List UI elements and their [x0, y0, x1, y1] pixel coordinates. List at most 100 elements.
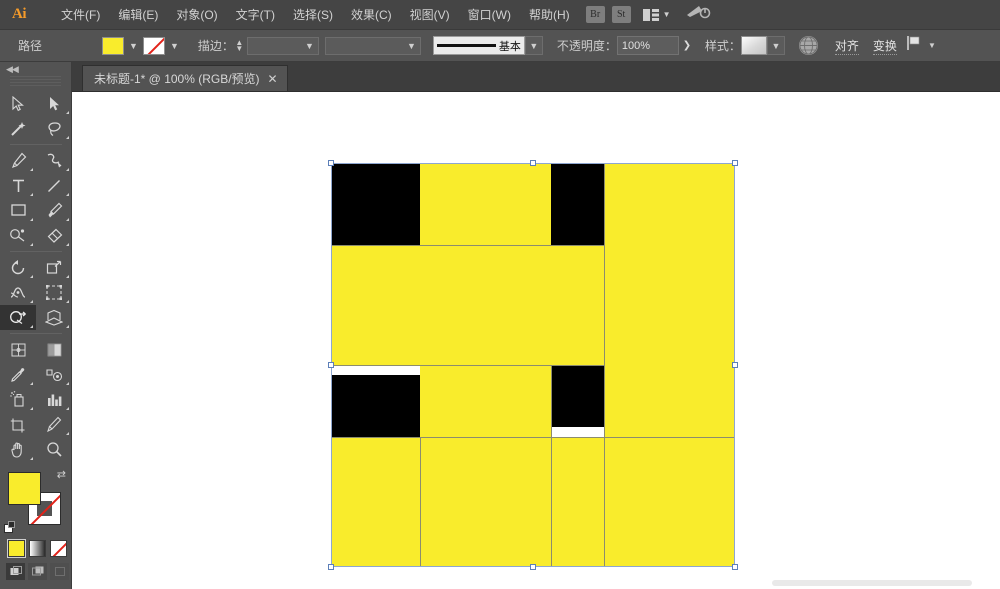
stroke-color-swatch[interactable] [142, 36, 165, 55]
yellow-band-middle[interactable] [331, 245, 604, 365]
shaper-tool[interactable] [0, 223, 36, 248]
fill-color-swatch[interactable] [102, 36, 125, 55]
isolate-selected-object-icon[interactable] [906, 35, 923, 56]
magic-wand-tool[interactable] [0, 116, 36, 141]
fill-dropdown-chevron-icon[interactable]: ▼ [124, 41, 143, 51]
menu-help[interactable]: 帮助(H) [520, 0, 579, 30]
artboard-tool[interactable] [0, 412, 36, 437]
type-tool[interactable] [0, 173, 36, 198]
black-block-low-right[interactable] [551, 365, 604, 427]
menu-effect[interactable]: 效果(C) [342, 0, 401, 30]
swap-fill-stroke-icon[interactable]: ⇄ [57, 468, 66, 481]
horizontal-scrollbar[interactable] [772, 580, 972, 586]
black-block-top-left[interactable] [331, 163, 420, 245]
gradient-tool[interactable] [36, 337, 72, 362]
transform-button[interactable]: 变换 [872, 37, 897, 55]
stroke-dropdown-chevron-icon[interactable]: ▼ [165, 41, 184, 51]
stroke-weight-stepper[interactable]: ▲ ▼ [234, 38, 245, 52]
stroke-profile-chevron[interactable]: ▼ [524, 36, 543, 55]
fill-proxy-swatch[interactable] [8, 472, 41, 505]
color-mode-button[interactable] [7, 539, 26, 558]
yellow-block-bottom-mid[interactable] [420, 437, 551, 567]
hand-tool[interactable] [0, 437, 36, 462]
menu-object[interactable]: 对象(O) [167, 0, 226, 30]
bridge-icon[interactable]: Br [585, 6, 605, 23]
handle-middle-left[interactable] [328, 362, 334, 368]
tool-flyout-indicator-icon [30, 300, 33, 303]
menu-type[interactable]: 文字(T) [227, 0, 284, 30]
align-button[interactable]: 对齐 [834, 37, 859, 55]
document-tab[interactable]: 未标题-1* @ 100% (RGB/预览) ✕ [82, 65, 288, 91]
blend-tool[interactable] [36, 362, 72, 387]
yellow-block-bottom-right[interactable] [551, 437, 735, 567]
free-transform-tool[interactable] [36, 280, 72, 305]
tool-flyout-indicator-icon [66, 111, 69, 114]
selected-artwork-group[interactable] [331, 163, 735, 567]
opacity-label: 不透明度： [556, 39, 617, 53]
curvature-tool[interactable] [36, 148, 72, 173]
column-graph-tool[interactable] [36, 387, 72, 412]
black-block-low-left[interactable] [331, 375, 420, 437]
menu-view[interactable]: 视图(V) [401, 0, 459, 30]
arrange-documents-icon[interactable]: ▼ [642, 8, 671, 21]
menu-file[interactable]: 文件(F) [52, 0, 109, 30]
shape-builder-tool[interactable] [0, 305, 36, 330]
direct-selection-tool[interactable] [36, 91, 72, 116]
document-canvas[interactable] [72, 92, 1000, 589]
handle-top-right[interactable] [732, 160, 738, 166]
none-mode-button[interactable] [50, 540, 67, 557]
color-mode-row [0, 538, 71, 558]
perspective-grid-tool[interactable] [36, 305, 72, 330]
opacity-options-chevron-icon[interactable]: ❯ [679, 36, 695, 55]
mesh-tool[interactable] [0, 337, 36, 362]
scale-tool[interactable] [36, 255, 72, 280]
tool-flyout-indicator-icon [66, 193, 69, 196]
stroke-weight-input[interactable]: ▼ [246, 36, 319, 55]
eyedropper-tool[interactable] [0, 362, 36, 387]
divider-v-left [420, 437, 421, 567]
eraser-tool[interactable] [36, 223, 72, 248]
close-icon[interactable]: ✕ [268, 72, 278, 86]
handle-middle-right[interactable] [732, 362, 738, 368]
menu-window[interactable]: 窗口(W) [459, 0, 520, 30]
collapse-panel-icon[interactable]: ◀◀ [0, 62, 71, 76]
width-tool[interactable] [0, 280, 36, 305]
handle-bottom-center[interactable] [530, 564, 536, 570]
stock-icon[interactable]: St [611, 6, 631, 23]
yellow-column-right-top[interactable] [604, 163, 735, 437]
black-block-top-right[interactable] [551, 163, 604, 245]
symbol-sprayer-tool[interactable] [0, 387, 36, 412]
yellow-block-bottom-left[interactable] [331, 437, 420, 567]
handle-top-center[interactable] [530, 160, 536, 166]
isolate-chevron-down-icon[interactable]: ▼ [928, 41, 936, 50]
panel-gripper[interactable] [10, 76, 61, 88]
handle-top-left[interactable] [328, 160, 334, 166]
menu-select[interactable]: 选择(S) [284, 0, 342, 30]
search-adobe-stock-icon[interactable] [685, 3, 711, 26]
handle-bottom-left[interactable] [328, 564, 334, 570]
yellow-block-top-mid[interactable] [420, 163, 551, 245]
graphic-style-chevron[interactable]: ▼ [766, 36, 785, 55]
line-segment-tool[interactable] [36, 173, 72, 198]
drawing-mode-behind[interactable] [28, 563, 47, 580]
pen-tool[interactable] [0, 148, 36, 173]
lasso-tool[interactable] [36, 116, 72, 141]
menu-edit[interactable]: 编辑(E) [109, 0, 167, 30]
recolor-artwork-icon[interactable] [798, 36, 818, 55]
rotate-tool[interactable] [0, 255, 36, 280]
gradient-mode-button[interactable] [29, 540, 46, 557]
zoom-tool[interactable] [36, 437, 72, 462]
slice-tool[interactable] [36, 412, 72, 437]
drawing-mode-normal[interactable] [6, 563, 25, 580]
selection-tool[interactable] [0, 91, 36, 116]
handle-bottom-right[interactable] [732, 564, 738, 570]
paintbrush-tool[interactable] [36, 198, 72, 223]
stroke-style-input[interactable]: ▼ [324, 36, 421, 55]
rectangle-tool[interactable] [0, 198, 36, 223]
document-tab-title: 未标题-1* @ 100% (RGB/预览) [94, 72, 260, 86]
stroke-profile-selector[interactable]: 基本 [432, 36, 525, 55]
default-fill-stroke-icon[interactable] [4, 521, 17, 534]
graphic-style-swatch[interactable] [740, 36, 767, 55]
yellow-block-low-mid[interactable] [420, 365, 551, 437]
opacity-input[interactable]: 100% [616, 36, 679, 55]
